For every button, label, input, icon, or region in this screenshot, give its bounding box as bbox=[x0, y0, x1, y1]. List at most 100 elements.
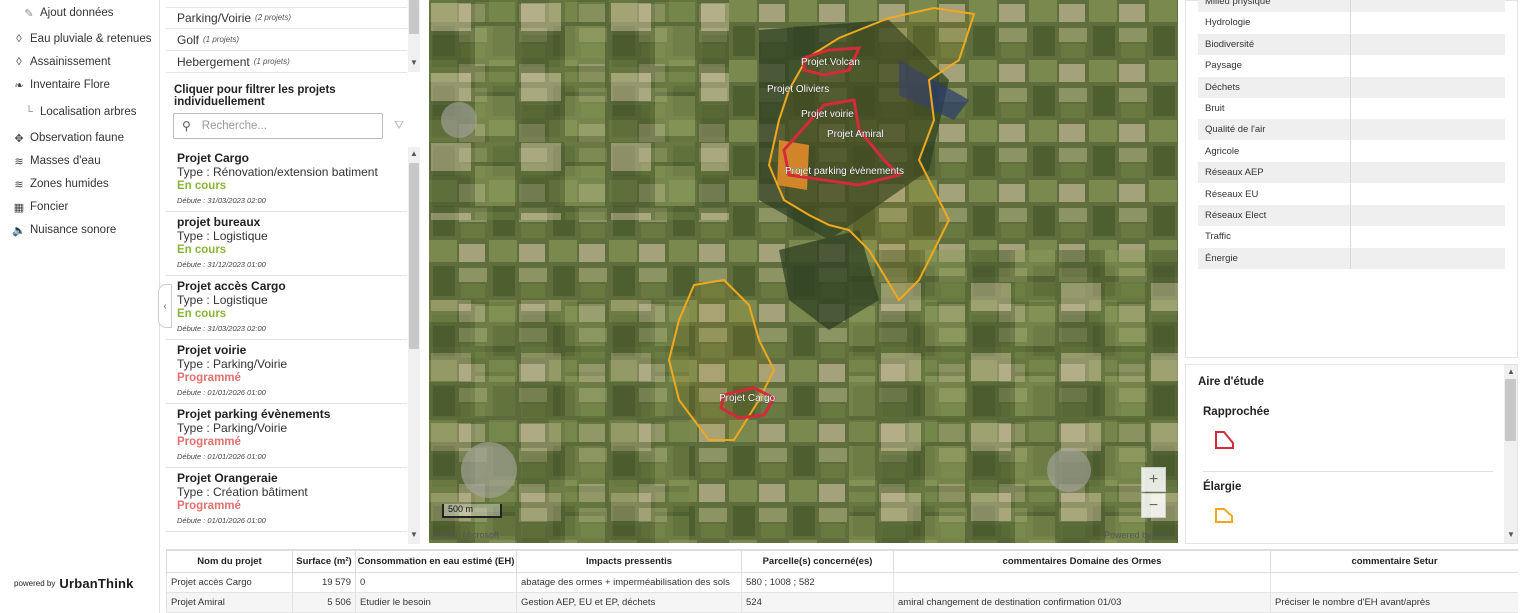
project-start-date: Débute : 01/01/2026 01:00 bbox=[177, 516, 266, 525]
theme-row[interactable]: Déchets bbox=[1198, 76, 1505, 98]
theme-row[interactable]: Réseaux EU bbox=[1198, 183, 1505, 205]
map-label-cargo[interactable]: Projet Cargo bbox=[719, 393, 776, 404]
left-navigation: ✎ Ajout données ◊ Eau pluviale & retenues ◊ A… bbox=[0, 0, 160, 613]
search-placeholder: Recherche... bbox=[201, 120, 267, 132]
esri-attribution[interactable]: Powered by Esri bbox=[1104, 530, 1170, 540]
legend-label-rapprochee: Rapprochée bbox=[1203, 406, 1270, 418]
type-row-golf[interactable]: Golf (1 projets) bbox=[166, 29, 407, 51]
filter-hint: Cliquer pour filtrer les projets individ… bbox=[174, 84, 336, 108]
map-label-parking[interactable]: Projet parking évènements bbox=[785, 166, 904, 177]
chevron-down-icon[interactable]: ▼ bbox=[407, 58, 421, 67]
column-header[interactable]: Nom du projet bbox=[166, 550, 293, 573]
map-label-oliviers[interactable]: Projet Oliviers bbox=[767, 84, 830, 95]
type-row-parking[interactable]: Parking/Voirie (2 projets) bbox=[166, 7, 407, 29]
project-list-scrollbar[interactable]: ▲ ▼ bbox=[408, 147, 420, 544]
chevron-down-icon[interactable]: ▼ bbox=[407, 530, 421, 539]
building-icon: ▦ bbox=[13, 201, 25, 214]
table-cell: 524 bbox=[741, 592, 894, 613]
column-header[interactable]: commentaires Domaine des Ormes bbox=[893, 550, 1271, 573]
chevron-up-icon[interactable]: ▲ bbox=[407, 149, 421, 158]
study-area-legend: Aire d'étude Rapprochée Élargie ▲ ▼ bbox=[1185, 364, 1518, 544]
theme-row[interactable]: Bruit bbox=[1198, 98, 1505, 119]
column-separator bbox=[1350, 119, 1351, 141]
map-attribution: Maxar, Microsoft bbox=[433, 530, 500, 540]
themes-table: Milieu physique Hydrologie Biodiversité Pay… bbox=[1185, 0, 1518, 358]
theme-label: Agricole bbox=[1205, 145, 1240, 157]
table-cell bbox=[1270, 572, 1518, 593]
chevron-down-icon[interactable]: ▼ bbox=[1504, 530, 1517, 539]
nav-item[interactable]: ✎ Ajout données bbox=[22, 3, 113, 23]
nav-item[interactable]: ◊ Eau pluviale & retenues bbox=[12, 29, 151, 49]
project-type: Type : Parking/Voirie bbox=[177, 421, 288, 435]
map-label-amiral[interactable]: Projet Amiral bbox=[827, 129, 884, 140]
theme-row[interactable]: Milieu physique bbox=[1198, 0, 1505, 12]
project-card[interactable]: Projet accès Cargo Type : Logistique En co… bbox=[166, 276, 407, 340]
table-cell: Projet accès Cargo bbox=[166, 572, 293, 593]
zoom-out-button[interactable]: − bbox=[1141, 493, 1166, 518]
column-header[interactable]: Parcelle(s) concerné(es) bbox=[741, 550, 894, 573]
filter-icon[interactable]: ⛛ bbox=[394, 118, 404, 133]
nav-item[interactable]: ≋ Masses d'eau bbox=[12, 151, 100, 171]
type-list-scrollbar[interactable]: ▼ bbox=[408, 0, 420, 72]
nav-item[interactable]: ✥ Observation faune bbox=[12, 128, 124, 148]
project-status: Programmé bbox=[177, 372, 241, 384]
table-cell: Gestion AEP, EU et EP, déchets bbox=[516, 592, 742, 613]
nav-item[interactable]: ◊ Assainissement bbox=[12, 52, 111, 72]
column-header[interactable]: Consommation en eau estimé (EH) bbox=[355, 550, 517, 573]
theme-label: Réseaux EU bbox=[1205, 188, 1259, 200]
project-status: Programmé bbox=[177, 500, 241, 512]
map-view[interactable]: Projet Volcan Projet Oliviers Projet voi… bbox=[429, 0, 1178, 543]
table-cell: 19 579 bbox=[292, 572, 356, 593]
theme-label: Réseaux Elect bbox=[1205, 210, 1267, 221]
scrollbar-thumb[interactable] bbox=[409, 0, 419, 34]
legend-scrollbar[interactable]: ▲ ▼ bbox=[1504, 365, 1517, 543]
wetland-icon: ≋ bbox=[14, 178, 24, 191]
project-card[interactable]: Projet Cargo Type : Rénovation/extension … bbox=[166, 148, 407, 212]
project-type: Type : Logistique bbox=[177, 229, 268, 243]
map-label-volcan[interactable]: Projet Volcan bbox=[801, 57, 860, 68]
theme-label: Paysage bbox=[1205, 60, 1242, 72]
table-row[interactable]: Projet Amiral 5 506 Etudier le besoin Gesti… bbox=[166, 592, 1518, 613]
projects-table: Nom du projet Surface (m²) Consommation en… bbox=[166, 549, 1518, 613]
theme-row[interactable]: Traffic bbox=[1198, 226, 1505, 248]
project-name: Projet Orangeraie bbox=[177, 471, 278, 485]
project-card[interactable]: Projet voirie Type : Parking/Voirie Progra… bbox=[166, 340, 407, 404]
theme-row[interactable]: Biodiversité bbox=[1198, 33, 1505, 55]
nav-item-label: Assainissement bbox=[30, 56, 111, 68]
table-row[interactable]: Projet accès Cargo 19 579 0 abatage des orm… bbox=[166, 572, 1518, 593]
theme-row[interactable]: Paysage bbox=[1198, 55, 1505, 77]
map-label-voirie[interactable]: Projet voirie bbox=[801, 109, 855, 120]
theme-row[interactable]: Énergie bbox=[1198, 247, 1505, 269]
project-card[interactable]: Projet parking évènements Type : Parking/… bbox=[166, 404, 407, 468]
nav-item-label: Observation faune bbox=[30, 132, 124, 144]
type-row-hebergement[interactable]: Hebergement (1 projets) bbox=[166, 51, 407, 73]
nav-item[interactable]: └ Localisation arbres bbox=[22, 102, 136, 122]
theme-row[interactable]: Hydrologie bbox=[1198, 12, 1505, 34]
project-card[interactable]: projet bureaux Type : Logistique En cours D… bbox=[166, 212, 407, 276]
drop-icon: ◊ bbox=[16, 33, 22, 45]
theme-row[interactable]: Agricole bbox=[1198, 140, 1505, 162]
theme-row[interactable]: Réseaux AEP bbox=[1198, 162, 1505, 184]
column-header[interactable]: Surface (m²) bbox=[292, 550, 356, 573]
collapse-panel-button[interactable]: ‹ bbox=[158, 284, 172, 328]
nav-item[interactable]: ≋ Zones humides bbox=[12, 174, 108, 194]
nav-item[interactable]: ▦ Foncier bbox=[12, 197, 69, 217]
scrollbar-thumb[interactable] bbox=[409, 163, 419, 349]
theme-row[interactable]: Qualité de l'air bbox=[1198, 119, 1505, 141]
zoom-in-button[interactable]: + bbox=[1141, 467, 1166, 492]
search-input[interactable]: ⚲ Recherche... bbox=[173, 113, 383, 139]
nav-item[interactable]: ❧ Inventaire Flore bbox=[12, 75, 110, 95]
chevron-up-icon[interactable]: ▲ bbox=[1504, 367, 1517, 376]
column-header[interactable]: commentaire Setur bbox=[1270, 550, 1518, 573]
nav-item[interactable]: 🔈 Nuisance sonore bbox=[12, 220, 116, 240]
column-separator bbox=[1350, 226, 1351, 248]
satellite-map[interactable]: Projet Volcan Projet Oliviers Projet voi… bbox=[429, 0, 1178, 543]
project-type: Type : Création bâtiment bbox=[177, 485, 308, 499]
project-card[interactable]: Projet Orangeraie Type : Création bâtimen… bbox=[166, 468, 407, 532]
column-header[interactable]: Impacts pressentis bbox=[516, 550, 742, 573]
nav-item-label: Eau pluviale & retenues bbox=[30, 33, 152, 45]
theme-row[interactable]: Réseaux Elect bbox=[1198, 205, 1505, 226]
scrollbar-thumb[interactable] bbox=[1505, 379, 1516, 441]
project-type: Type : Logistique bbox=[177, 293, 268, 307]
column-separator bbox=[1350, 76, 1351, 98]
